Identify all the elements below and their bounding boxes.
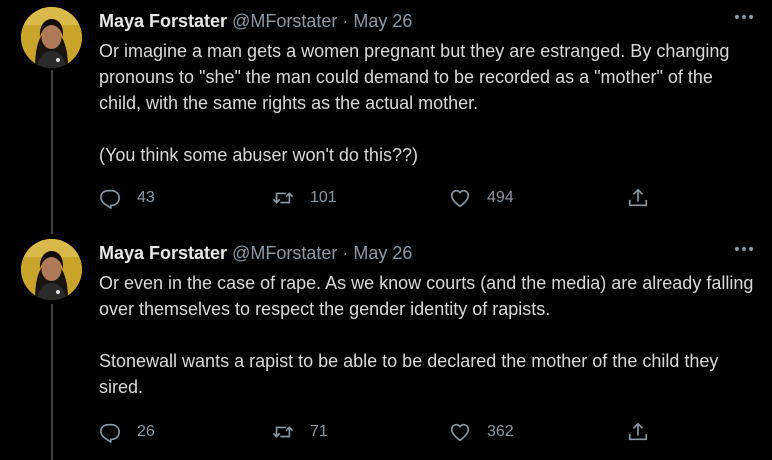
reply-count: 26	[137, 423, 155, 440]
tweet-actions: 43 101 494	[99, 184, 659, 212]
tweet-header: Maya Forstater @MForstater · May 26	[99, 9, 412, 33]
retweet-button[interactable]: 101	[272, 184, 337, 212]
reply-count: 43	[137, 189, 155, 206]
retweet-icon	[272, 192, 294, 204]
heart-icon	[450, 423, 470, 442]
tweet-paragraph: Stonewall wants a rapist to be able to b…	[99, 351, 719, 397]
retweet-count: 71	[310, 423, 328, 440]
avatar-image	[21, 239, 82, 300]
share-icon	[628, 422, 648, 441]
retweet-count: 101	[310, 189, 337, 206]
tweet-date[interactable]: May 26	[353, 243, 412, 263]
share-button[interactable]	[627, 184, 649, 212]
like-count: 362	[487, 423, 514, 440]
tweet-date[interactable]: May 26	[353, 11, 412, 31]
tweet-text: Or even in the case of rape. As we know …	[99, 270, 759, 400]
reply-icon	[100, 189, 120, 209]
heart-icon	[450, 189, 470, 208]
share-button[interactable]	[627, 418, 649, 446]
more-button[interactable]	[732, 8, 756, 26]
avatar[interactable]	[21, 239, 82, 300]
avatar-image	[21, 7, 82, 68]
tweet-actions: 26 71 362	[99, 418, 659, 446]
avatar[interactable]	[21, 7, 82, 68]
tweet-header: Maya Forstater @MForstater · May 26	[99, 241, 412, 265]
retweet-icon	[272, 426, 294, 438]
more-button[interactable]	[732, 240, 756, 258]
tweet-paragraph: (You think some abuser won't do this??)	[99, 145, 418, 165]
like-button[interactable]: 362	[449, 418, 514, 446]
tweet-paragraph: Or even in the case of rape. As we know …	[99, 273, 754, 319]
like-count: 494	[487, 189, 514, 206]
reply-button[interactable]: 43	[99, 184, 155, 212]
reply-button[interactable]: 26	[99, 418, 155, 446]
tweet-text: Or imagine a man gets a women pregnant b…	[99, 38, 759, 168]
author-name[interactable]: Maya Forstater	[99, 243, 227, 263]
more-horizontal-icon	[735, 15, 753, 19]
share-icon	[628, 188, 648, 207]
separator: ·	[342, 11, 349, 31]
like-button[interactable]: 494	[449, 184, 514, 212]
tweet[interactable]: Maya Forstater @MForstater · May 26 Or e…	[0, 232, 772, 460]
author-name[interactable]: Maya Forstater	[99, 11, 227, 31]
retweet-button[interactable]: 71	[272, 418, 328, 446]
separator: ·	[342, 243, 349, 263]
tweet-paragraph: Or imagine a man gets a women pregnant b…	[99, 41, 730, 113]
tweet[interactable]: Maya Forstater @MForstater · May 26 Or i…	[0, 0, 772, 232]
more-horizontal-icon	[735, 247, 753, 251]
author-handle[interactable]: @MForstater	[232, 243, 337, 263]
reply-icon	[100, 423, 120, 443]
author-handle[interactable]: @MForstater	[232, 11, 337, 31]
